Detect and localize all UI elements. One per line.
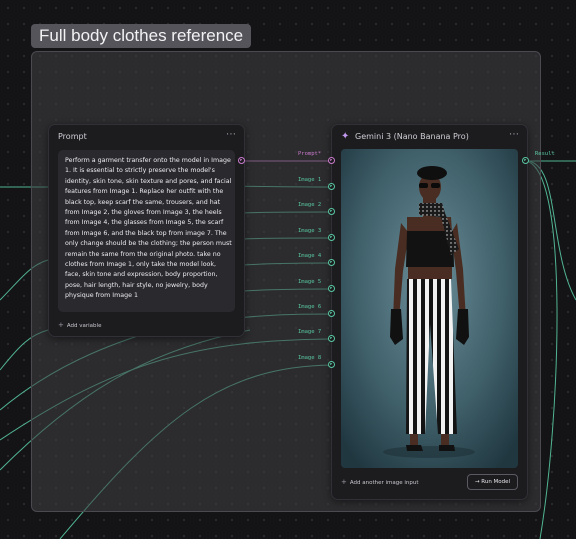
generated-image[interactable]	[341, 149, 518, 468]
gemini-node[interactable]: ✦ Gemini 3 (Nano Banana Pro) ⋯ + Add ano…	[331, 124, 528, 500]
output-label-result: Result	[535, 151, 555, 157]
prompt-output-port[interactable]	[238, 157, 245, 164]
add-image-input-label: Add another image input	[349, 480, 419, 486]
input-label-image-1: Image 1	[298, 177, 322, 183]
input-label-image-6: Image 6	[298, 304, 322, 310]
run-model-button[interactable]: → Run Model	[467, 474, 518, 490]
plus-icon: +	[58, 321, 64, 329]
more-horizontal-icon[interactable]: ⋯	[226, 129, 236, 140]
run-model-label: Run Model	[481, 479, 511, 485]
input-label-image-7: Image 7	[298, 329, 322, 335]
input-label-prompt: Prompt*	[298, 151, 322, 157]
prompt-node[interactable]: Prompt ⋯ Perform a garment transfer onto…	[48, 124, 245, 337]
input-label-image-5: Image 5	[298, 279, 322, 285]
plus-icon: +	[341, 478, 347, 486]
gemini-node-title: Gemini 3 (Nano Banana Pro)	[355, 132, 469, 141]
prompt-node-header[interactable]: Prompt ⋯	[49, 125, 244, 151]
prompt-node-title: Prompt	[58, 132, 87, 141]
input-port-prompt[interactable]	[328, 157, 335, 164]
add-variable-label: Add variable	[66, 323, 102, 329]
input-port-image-2[interactable]	[328, 208, 335, 215]
input-port-image-7[interactable]	[328, 335, 335, 342]
more-horizontal-icon[interactable]: ⋯	[509, 129, 519, 140]
prompt-text[interactable]: Perform a garment transfer onto the mode…	[65, 156, 233, 302]
prompt-textarea[interactable]: Perform a garment transfer onto the mode…	[58, 150, 235, 312]
add-variable-button[interactable]: + Add variable	[58, 321, 101, 329]
sparkle-icon: ✦	[341, 131, 350, 142]
input-label-image-2: Image 2	[298, 202, 322, 208]
gemini-node-footer: + Add another image input → Run Model	[341, 474, 518, 490]
gemini-node-header[interactable]: ✦ Gemini 3 (Nano Banana Pro) ⋯	[332, 125, 527, 151]
add-image-input-button[interactable]: + Add another image input	[341, 478, 419, 486]
model-figure-image	[341, 149, 518, 468]
input-label-image-4: Image 4	[298, 253, 322, 259]
input-port-image-5[interactable]	[328, 285, 335, 292]
input-label-image-3: Image 3	[298, 228, 322, 234]
input-label-image-8: Image 8	[298, 355, 322, 361]
input-port-image-6[interactable]	[328, 310, 335, 317]
input-port-image-1[interactable]	[328, 183, 335, 190]
input-port-image-8[interactable]	[328, 361, 335, 368]
input-port-image-3[interactable]	[328, 234, 335, 241]
output-port-result[interactable]	[522, 157, 529, 164]
group-title[interactable]: Full body clothes reference	[31, 24, 252, 48]
input-port-image-4[interactable]	[328, 259, 335, 266]
